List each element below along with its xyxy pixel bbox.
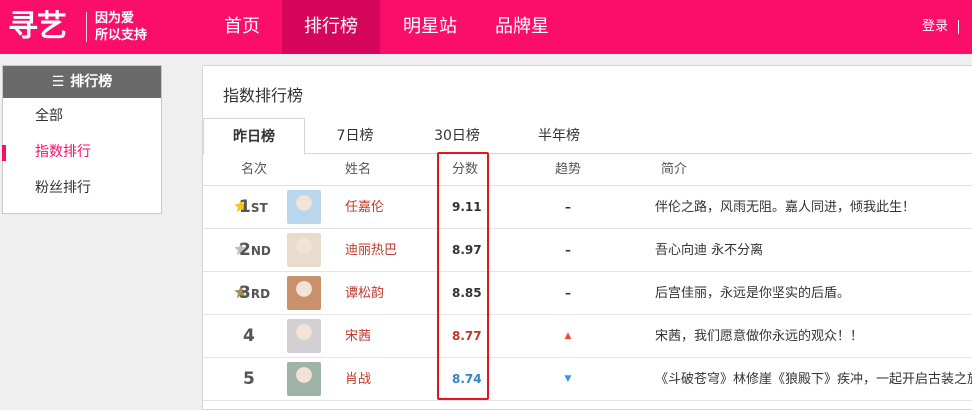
tab-yesterday[interactable]: 昨日榜	[203, 118, 305, 155]
login-divider	[958, 20, 959, 34]
sidebar: ☰ 排行榜 全部 指数排行 粉丝排行	[2, 65, 162, 214]
nav-star-station[interactable]: 明星站	[380, 0, 480, 54]
star-name-link[interactable]: 谭松韵	[345, 272, 384, 315]
column-name: 姓名	[345, 162, 372, 177]
intro-text: 吾心向迪 永不分离	[655, 243, 764, 258]
table-row: 5 肖战 8.74 ▼ 《斗破苍穹》林修崖《狼殿下》疾冲，一起开启古装之旅	[203, 358, 972, 401]
tab-7-days[interactable]: 7日榜	[307, 118, 403, 154]
login-link[interactable]: 登录	[922, 19, 948, 35]
rank-label: 2ND	[239, 229, 279, 273]
top-navigation-bar: 寻艺 因为爱 所以支持 首页 排行榜 明星站 品牌星 登录	[0, 0, 972, 54]
rank-label: 4	[243, 326, 255, 346]
tab-30-days[interactable]: 30日榜	[407, 118, 507, 154]
rank-number: 1	[239, 197, 251, 217]
nav-brand-star[interactable]: 品牌星	[480, 0, 564, 54]
star-name-link[interactable]: 肖战	[345, 358, 371, 401]
score-column-highlight	[437, 152, 489, 400]
avatar[interactable]	[287, 233, 321, 267]
intro-text: 后宫佳丽，永远是你坚实的后盾。	[655, 286, 851, 301]
sidebar-title: 排行榜	[70, 74, 113, 90]
rank-label: 1ST	[239, 186, 279, 230]
table-row: 3RD 谭松韵 8.85– 后宫佳丽，永远是你坚实的后盾。	[203, 272, 972, 315]
trend-flat-icon: –	[565, 286, 571, 300]
rank-suffix: ST	[250, 201, 268, 215]
sidebar-item-fan-ranking[interactable]: 粉丝排行	[3, 170, 161, 206]
nav-home[interactable]: 首页	[202, 0, 282, 54]
page-title: 指数排行榜	[223, 86, 304, 105]
table-header: 名次 姓名 分数 趋势 简介	[203, 154, 972, 186]
sidebar-item-all[interactable]: 全部	[3, 98, 161, 134]
avatar[interactable]	[287, 190, 321, 224]
slogan-line-2: 所以支持	[95, 28, 148, 43]
ranking-panel: 指数排行榜 昨日榜 7日榜 30日榜 半年榜 名次 姓名 分数 趋势 简介 1S…	[202, 65, 972, 410]
rank-label: 5	[243, 369, 255, 389]
site-slogan: 因为爱 所以支持	[95, 10, 147, 44]
table-row: 2ND 迪丽热巴 8.97– 吾心向迪 永不分离	[203, 229, 972, 272]
star-name-link[interactable]: 迪丽热巴	[345, 229, 397, 272]
slogan-line-1: 因为爱	[95, 11, 135, 26]
rank-number: 3	[239, 283, 251, 303]
trend-flat-icon: –	[565, 200, 571, 214]
sidebar-item-index-ranking[interactable]: 指数排行	[2, 134, 161, 170]
table-row: 4 宋茜 8.77 ▲ 宋茜，我们愿意做你永远的观众！！	[203, 315, 972, 358]
list-icon: ☰	[51, 74, 65, 90]
main-nav: 首页 排行榜 明星站 品牌星	[202, 0, 564, 54]
site-logo[interactable]: 寻艺	[8, 8, 67, 46]
table-row: 1ST 任嘉伦 9.11– 伴伦之路，风雨无阻。嘉人同进，倾我此生！	[203, 186, 972, 229]
column-intro: 简介	[661, 162, 688, 177]
rank-number: 2	[239, 240, 251, 260]
avatar[interactable]	[287, 319, 321, 353]
period-tabs: 昨日榜 7日榜 30日榜 半年榜	[203, 118, 972, 155]
rank-label: 3RD	[239, 272, 279, 316]
rank-suffix: RD	[250, 287, 271, 301]
sidebar-header: ☰ 排行榜	[3, 66, 161, 98]
intro-text: 伴伦之路，风雨无阻。嘉人同进，倾我此生！	[655, 200, 916, 215]
avatar[interactable]	[287, 362, 321, 396]
column-rank: 名次	[241, 162, 268, 177]
logo-divider	[86, 12, 87, 42]
trend-down-icon: ▼	[564, 374, 572, 384]
trend-up-icon: ▲	[564, 331, 572, 341]
intro-text: 《斗破苍穹》林修崖《狼殿下》疾冲，一起开启古装之旅	[655, 372, 972, 387]
column-trend: 趋势	[555, 162, 582, 177]
trend-flat-icon: –	[565, 243, 571, 257]
rank-suffix: ND	[250, 244, 271, 258]
star-name-link[interactable]: 任嘉伦	[345, 186, 384, 229]
nav-rankings[interactable]: 排行榜	[282, 0, 380, 54]
intro-text: 宋茜，我们愿意做你永远的观众！！	[655, 329, 864, 344]
star-name-link[interactable]: 宋茜	[345, 315, 371, 358]
tab-half-year[interactable]: 半年榜	[509, 118, 609, 154]
avatar[interactable]	[287, 276, 321, 310]
